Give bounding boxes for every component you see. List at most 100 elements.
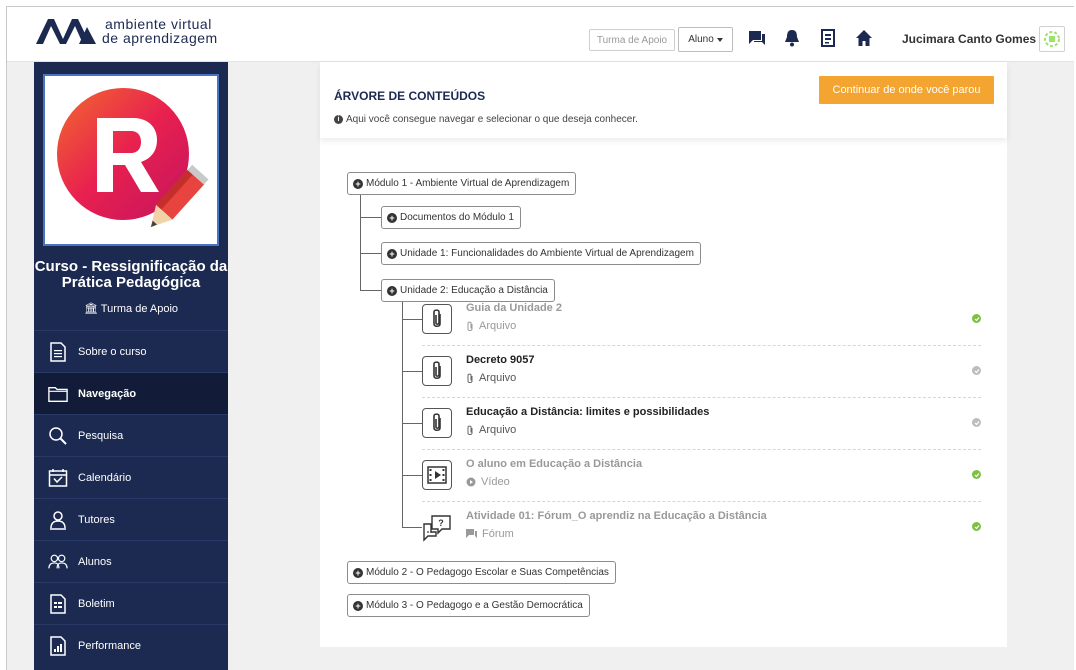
sidebar-item-tutores[interactable]: Tutores [34,498,228,540]
calendar-icon [48,468,68,488]
tree-connector [402,475,422,476]
expand-icon: + [387,248,397,259]
turma-button[interactable]: Turma de Apoio [589,29,675,51]
resource-type: Vídeo [481,476,510,488]
report-icon [48,593,68,614]
course-turma: 🏛 Turma de Apoio [34,302,228,315]
play-circle-icon [466,477,476,487]
page-subtitle-text: Aqui você consegue navegar e selecionar … [346,114,638,125]
check-circle-icon [972,366,981,375]
sidebar-item-performance[interactable]: Performance [34,624,228,666]
resource-item[interactable]: Decreto 9057 Arquivo [422,346,981,398]
sidebar-item-calendario[interactable]: Calendário [34,456,228,498]
caret-down-icon [716,37,723,42]
tree-node-label: Documentos do Módulo 1 [400,212,514,223]
bell-icon[interactable] [783,29,801,47]
resource-type: Arquivo [479,372,517,384]
tree-node-label: Módulo 1 - Ambiente Virtual de Aprendiza… [366,178,570,189]
check-circle-icon [972,522,981,531]
check-circle-icon [972,314,981,323]
students-icon [48,552,68,572]
sidebar-item-label: Alunos [78,555,112,568]
forum-icon: ? [422,512,452,542]
resource-title: Atividade 01: Fórum_O aprendiz na Educaç… [466,510,767,522]
course-r-logo-icon [57,88,209,228]
tree-connector [402,423,422,424]
search-icon [48,426,68,446]
tree-connector [360,195,361,291]
sidebar-item-pesquisa[interactable]: Pesquisa [34,414,228,456]
sidebar-item-label: Navegação [78,387,137,400]
avatar-icon [1044,31,1060,47]
resource-type: Arquivo [479,320,517,332]
sidebar-item-sobre[interactable]: Sobre o curso [34,330,228,372]
building-icon: 🏛 [83,303,98,315]
expand-icon: + [387,212,397,223]
paperclip-small-icon [467,373,473,383]
resource-item[interactable]: ? Atividade 01: Fórum_O aprendiz na Educ… [422,502,981,554]
tree-connector [360,290,381,291]
sidebar-item-label: Tutores [78,513,115,526]
news-icon[interactable] [819,29,837,47]
tree-node-modulo-2[interactable]: + Módulo 2 - O Pedagogo Escolar e Suas C… [347,561,616,584]
tree-connector [402,319,422,320]
ava-logo[interactable]: ambiente virtual de aprendizagem [35,17,218,45]
expand-icon: + [353,600,363,611]
sidebar-item-label: Performance [78,639,141,652]
expand-icon: + [353,567,363,578]
user-avatar[interactable] [1039,26,1065,52]
sidebar-item-label: Pesquisa [78,429,124,442]
sidebar-item-label: Sobre o curso [78,345,147,358]
sidebar-item-navegacao[interactable]: Navegação [34,372,228,414]
info-icon: i [334,115,343,124]
resource-type: Arquivo [479,424,517,436]
tree-node-modulo-1[interactable]: + Módulo 1 - Ambiente Virtual de Aprendi… [347,172,577,195]
sidebar: Curso - Ressignificação da Prática Pedag… [34,62,228,670]
resource-title: O aluno em Educação a Distância [466,458,643,470]
content-header: ÁRVORE DE CONTEÚDOS i Aqui você consegue… [320,62,1007,138]
resource-item[interactable]: Educação a Distância: limites e possibil… [422,398,981,450]
sidebar-item-alunos[interactable]: Alunos [34,540,228,582]
resource-title: Decreto 9057 [466,354,535,366]
continue-button[interactable]: Continuar de onde você parou [819,76,994,104]
paperclip-icon [422,304,452,334]
forum-small-icon [466,529,477,538]
check-circle-icon [972,470,981,479]
svg-text:?: ? [438,518,444,528]
tree-connector [402,371,422,372]
logo-line-2: de aprendizagem [102,30,218,46]
check-circle-icon [972,418,981,427]
expand-icon: + [387,285,397,296]
home-icon[interactable] [855,29,873,47]
logo-line-1: ambiente virtual [105,16,212,32]
video-icon [422,460,452,490]
resource-type: Fórum [482,528,514,540]
page-title: ÁRVORE DE CONTEÚDOS [334,89,486,103]
sidebar-nav: Sobre o curso Navegação Pesquisa Calendá… [34,330,228,666]
role-select[interactable]: Aluno [678,27,733,52]
sidebar-item-label: Calendário [78,471,132,484]
course-turma-label: Turma de Apoio [100,303,179,315]
paperclip-icon [422,408,452,438]
tree-node-documentos[interactable]: + Documentos do Módulo 1 [381,206,521,229]
expand-icon: + [353,178,363,189]
role-select-label: Aluno [688,34,714,45]
tree-node-modulo-3[interactable]: + Módulo 3 - O Pedagogo e a Gestão Democ… [347,594,590,617]
course-title: Curso - Ressignificação da Prática Pedag… [34,258,228,291]
resource-item[interactable]: Guia da Unidade 2 Arquivo [422,294,981,346]
paperclip-icon [422,356,452,386]
tree-connector [360,217,381,218]
resource-title: Guia da Unidade 2 [466,302,562,314]
chat-icon[interactable] [748,29,766,47]
sidebar-item-boletim[interactable]: Boletim [34,582,228,624]
paperclip-small-icon [467,425,473,435]
folder-icon [48,384,68,404]
tree-node-unidade-1[interactable]: + Unidade 1: Funcionalidades do Ambiente… [381,242,701,265]
resource-title: Educação a Distância: limites e possibil… [466,406,710,418]
sidebar-item-label: Boletim [78,597,115,610]
top-header: ambiente virtual de aprendizagem Turma d… [7,7,1074,62]
user-name[interactable]: Jucimara Canto Gomes [902,32,1036,46]
resource-item[interactable]: O aluno em Educação a Distância Vídeo [422,450,981,502]
tree-node-label: Unidade 1: Funcionalidades do Ambiente V… [400,248,694,259]
tree-node-label: Módulo 3 - O Pedagogo e a Gestão Democrá… [366,600,583,611]
